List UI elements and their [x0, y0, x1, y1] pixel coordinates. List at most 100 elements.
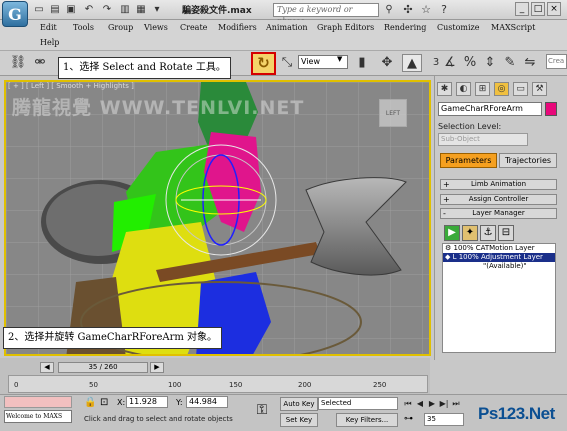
callout-step2: 2、选择并旋转 GameCharRForeArm 对象。: [3, 327, 223, 349]
chevron-down-icon[interactable]: ▼: [337, 55, 342, 63]
fetch-icon[interactable]: ▦: [134, 3, 148, 16]
select-and-rotate-button[interactable]: ↻: [251, 52, 276, 75]
time-slider[interactable]: 35 / 260: [58, 362, 148, 373]
layer-tool-icon[interactable]: ✦: [462, 225, 478, 241]
watermark: 腾龍視覺 WWW.TENLVI.NET: [12, 97, 305, 119]
previous-frame-icon[interactable]: ◀: [414, 398, 426, 410]
connect-icon[interactable]: ✣: [400, 2, 416, 18]
search-input[interactable]: Type a keyword or phrase: [273, 3, 379, 26]
viewcube[interactable]: LEFT: [379, 99, 407, 127]
minimize-button[interactable]: _: [515, 2, 529, 16]
menu-help[interactable]: Help: [40, 38, 59, 47]
layer-list[interactable]: ⚙ 100% CATMotion Layer ◆ L 100% Adjustme…: [442, 243, 556, 353]
menu-rendering[interactable]: Rendering: [384, 23, 426, 32]
auto-key-button[interactable]: Auto Key: [280, 397, 318, 411]
track-bar[interactable]: [8, 375, 428, 393]
hold-icon[interactable]: ▥: [118, 3, 132, 16]
close-button[interactable]: ×: [547, 2, 561, 16]
y-coordinate-field[interactable]: 44.984: [186, 396, 228, 408]
rollout-layer-manager[interactable]: - Layer Manager: [440, 208, 557, 219]
tab-trajectories[interactable]: Trajectories: [499, 153, 557, 168]
help-icon[interactable]: ?: [436, 2, 452, 18]
key-icon[interactable]: ⚿: [252, 402, 272, 418]
select-and-scale-icon[interactable]: ⤡: [277, 54, 297, 72]
percent-snap-icon[interactable]: %: [460, 54, 480, 72]
x-coordinate-field[interactable]: 11.928: [126, 396, 168, 408]
rollout-assign-controller[interactable]: + Assign Controller: [440, 194, 557, 205]
go-to-end-icon[interactable]: ⏭: [450, 398, 462, 410]
viewport-left[interactable]: [4, 80, 431, 356]
maxscript-listener[interactable]: Welcome to MAXS: [4, 410, 72, 423]
key-mode-icon[interactable]: ⊶: [404, 414, 413, 424]
maxscript-listener-input[interactable]: [4, 396, 72, 408]
set-key-button[interactable]: Set Key: [280, 413, 318, 427]
prompt-line: Click and drag to select and rotate obje…: [84, 415, 233, 423]
tab-parameters[interactable]: Parameters: [440, 153, 497, 168]
viewport-label[interactable]: [ + ] [ Left ] [ Smooth + Highlights ]: [8, 82, 134, 90]
layer-settings-icon[interactable]: ⊟: [498, 225, 514, 241]
spinner-snap-icon[interactable]: ⇕: [480, 54, 500, 72]
layer-item-available[interactable]: "(Available)": [443, 262, 555, 271]
rollout-limb-animation[interactable]: + Limb Animation: [440, 179, 557, 190]
new-file-icon[interactable]: ▭: [32, 3, 46, 16]
key-selection-select[interactable]: Selected: [318, 397, 398, 410]
x-label: X:: [117, 398, 126, 407]
window-title: 騙姿殺文件.max: [182, 6, 252, 16]
named-selection-field[interactable]: Crea: [546, 54, 567, 69]
site-watermark-logo: Ps123.Net: [478, 404, 555, 423]
motion-tab-icon[interactable]: ◎: [494, 82, 509, 96]
named-selection-icon[interactable]: ✎: [500, 54, 520, 72]
app-logo[interactable]: G: [2, 1, 28, 27]
scene-render: [6, 82, 429, 354]
hierarchy-tab-icon[interactable]: ⊞: [475, 82, 490, 96]
undo-icon[interactable]: ↶: [82, 3, 96, 16]
current-frame-field[interactable]: 35: [424, 413, 464, 426]
time-slider-next-icon[interactable]: ▶: [150, 362, 164, 373]
open-file-icon[interactable]: ▤: [48, 3, 62, 16]
menu-views[interactable]: Views: [144, 23, 168, 32]
play-layer-icon[interactable]: ▶: [444, 225, 460, 241]
go-to-start-icon[interactable]: ⏮: [402, 398, 414, 410]
modify-tab-icon[interactable]: ◐: [456, 82, 471, 96]
lock-selection-icon[interactable]: 🔒: [84, 397, 96, 408]
keyboard-shortcut-override-icon[interactable]: ▲: [402, 54, 422, 72]
sub-object-select[interactable]: Sub-Object: [438, 133, 528, 146]
mirror-icon[interactable]: ⇋: [520, 54, 540, 72]
key-filters-button[interactable]: Key Filters...: [336, 413, 398, 427]
favorites-icon[interactable]: ☆: [418, 2, 434, 18]
next-frame-icon[interactable]: ▶|: [438, 398, 450, 410]
link-icon[interactable]: ⛓: [8, 54, 28, 72]
object-color-swatch[interactable]: [545, 102, 557, 116]
select-manipulate-icon[interactable]: ✥: [377, 54, 397, 72]
angle-snap-icon[interactable]: ∡: [440, 54, 460, 72]
pivot-center-icon[interactable]: ▮: [352, 54, 372, 72]
menu-create[interactable]: Create: [180, 23, 207, 32]
redo-icon[interactable]: ↷: [100, 3, 114, 16]
layer-graph-icon[interactable]: ⚓: [480, 225, 496, 241]
dropdown-icon[interactable]: ▾: [150, 3, 164, 16]
play-icon[interactable]: ▶: [426, 398, 438, 410]
menu-animation[interactable]: Animation: [266, 23, 308, 32]
create-tab-icon[interactable]: ✱: [437, 82, 452, 96]
layer-item-adjustment[interactable]: ◆ L 100% Adjustment Layer: [443, 253, 555, 262]
menu-graph-editors[interactable]: Graph Editors: [317, 23, 374, 32]
menu-tools[interactable]: Tools: [73, 23, 94, 32]
callout-step1: 1、选择 Select and Rotate 工具。: [58, 57, 231, 79]
absolute-mode-icon[interactable]: ⊡: [100, 397, 108, 408]
maximize-button[interactable]: □: [531, 2, 545, 16]
save-icon[interactable]: ▣: [64, 3, 78, 16]
y-label: Y:: [176, 398, 183, 407]
object-name-field[interactable]: GameCharRForeArm: [438, 102, 542, 116]
layer-item-catmotion[interactable]: ⚙ 100% CATMotion Layer: [443, 244, 555, 253]
menu-modifiers[interactable]: Modifiers: [218, 23, 257, 32]
menu-edit[interactable]: Edit: [40, 23, 57, 32]
menu-group[interactable]: Group: [108, 23, 133, 32]
utilities-tab-icon[interactable]: ⚒: [532, 82, 547, 96]
display-tab-icon[interactable]: ▭: [513, 82, 528, 96]
time-slider-prev-icon[interactable]: ◀: [40, 362, 54, 373]
search-icon[interactable]: ⚲: [382, 3, 396, 17]
menu-customize[interactable]: Customize: [437, 23, 480, 32]
unlink-icon[interactable]: ⚮: [30, 54, 50, 72]
tick-label: 100: [168, 381, 182, 389]
menu-maxscript[interactable]: MAXScript: [491, 23, 535, 32]
